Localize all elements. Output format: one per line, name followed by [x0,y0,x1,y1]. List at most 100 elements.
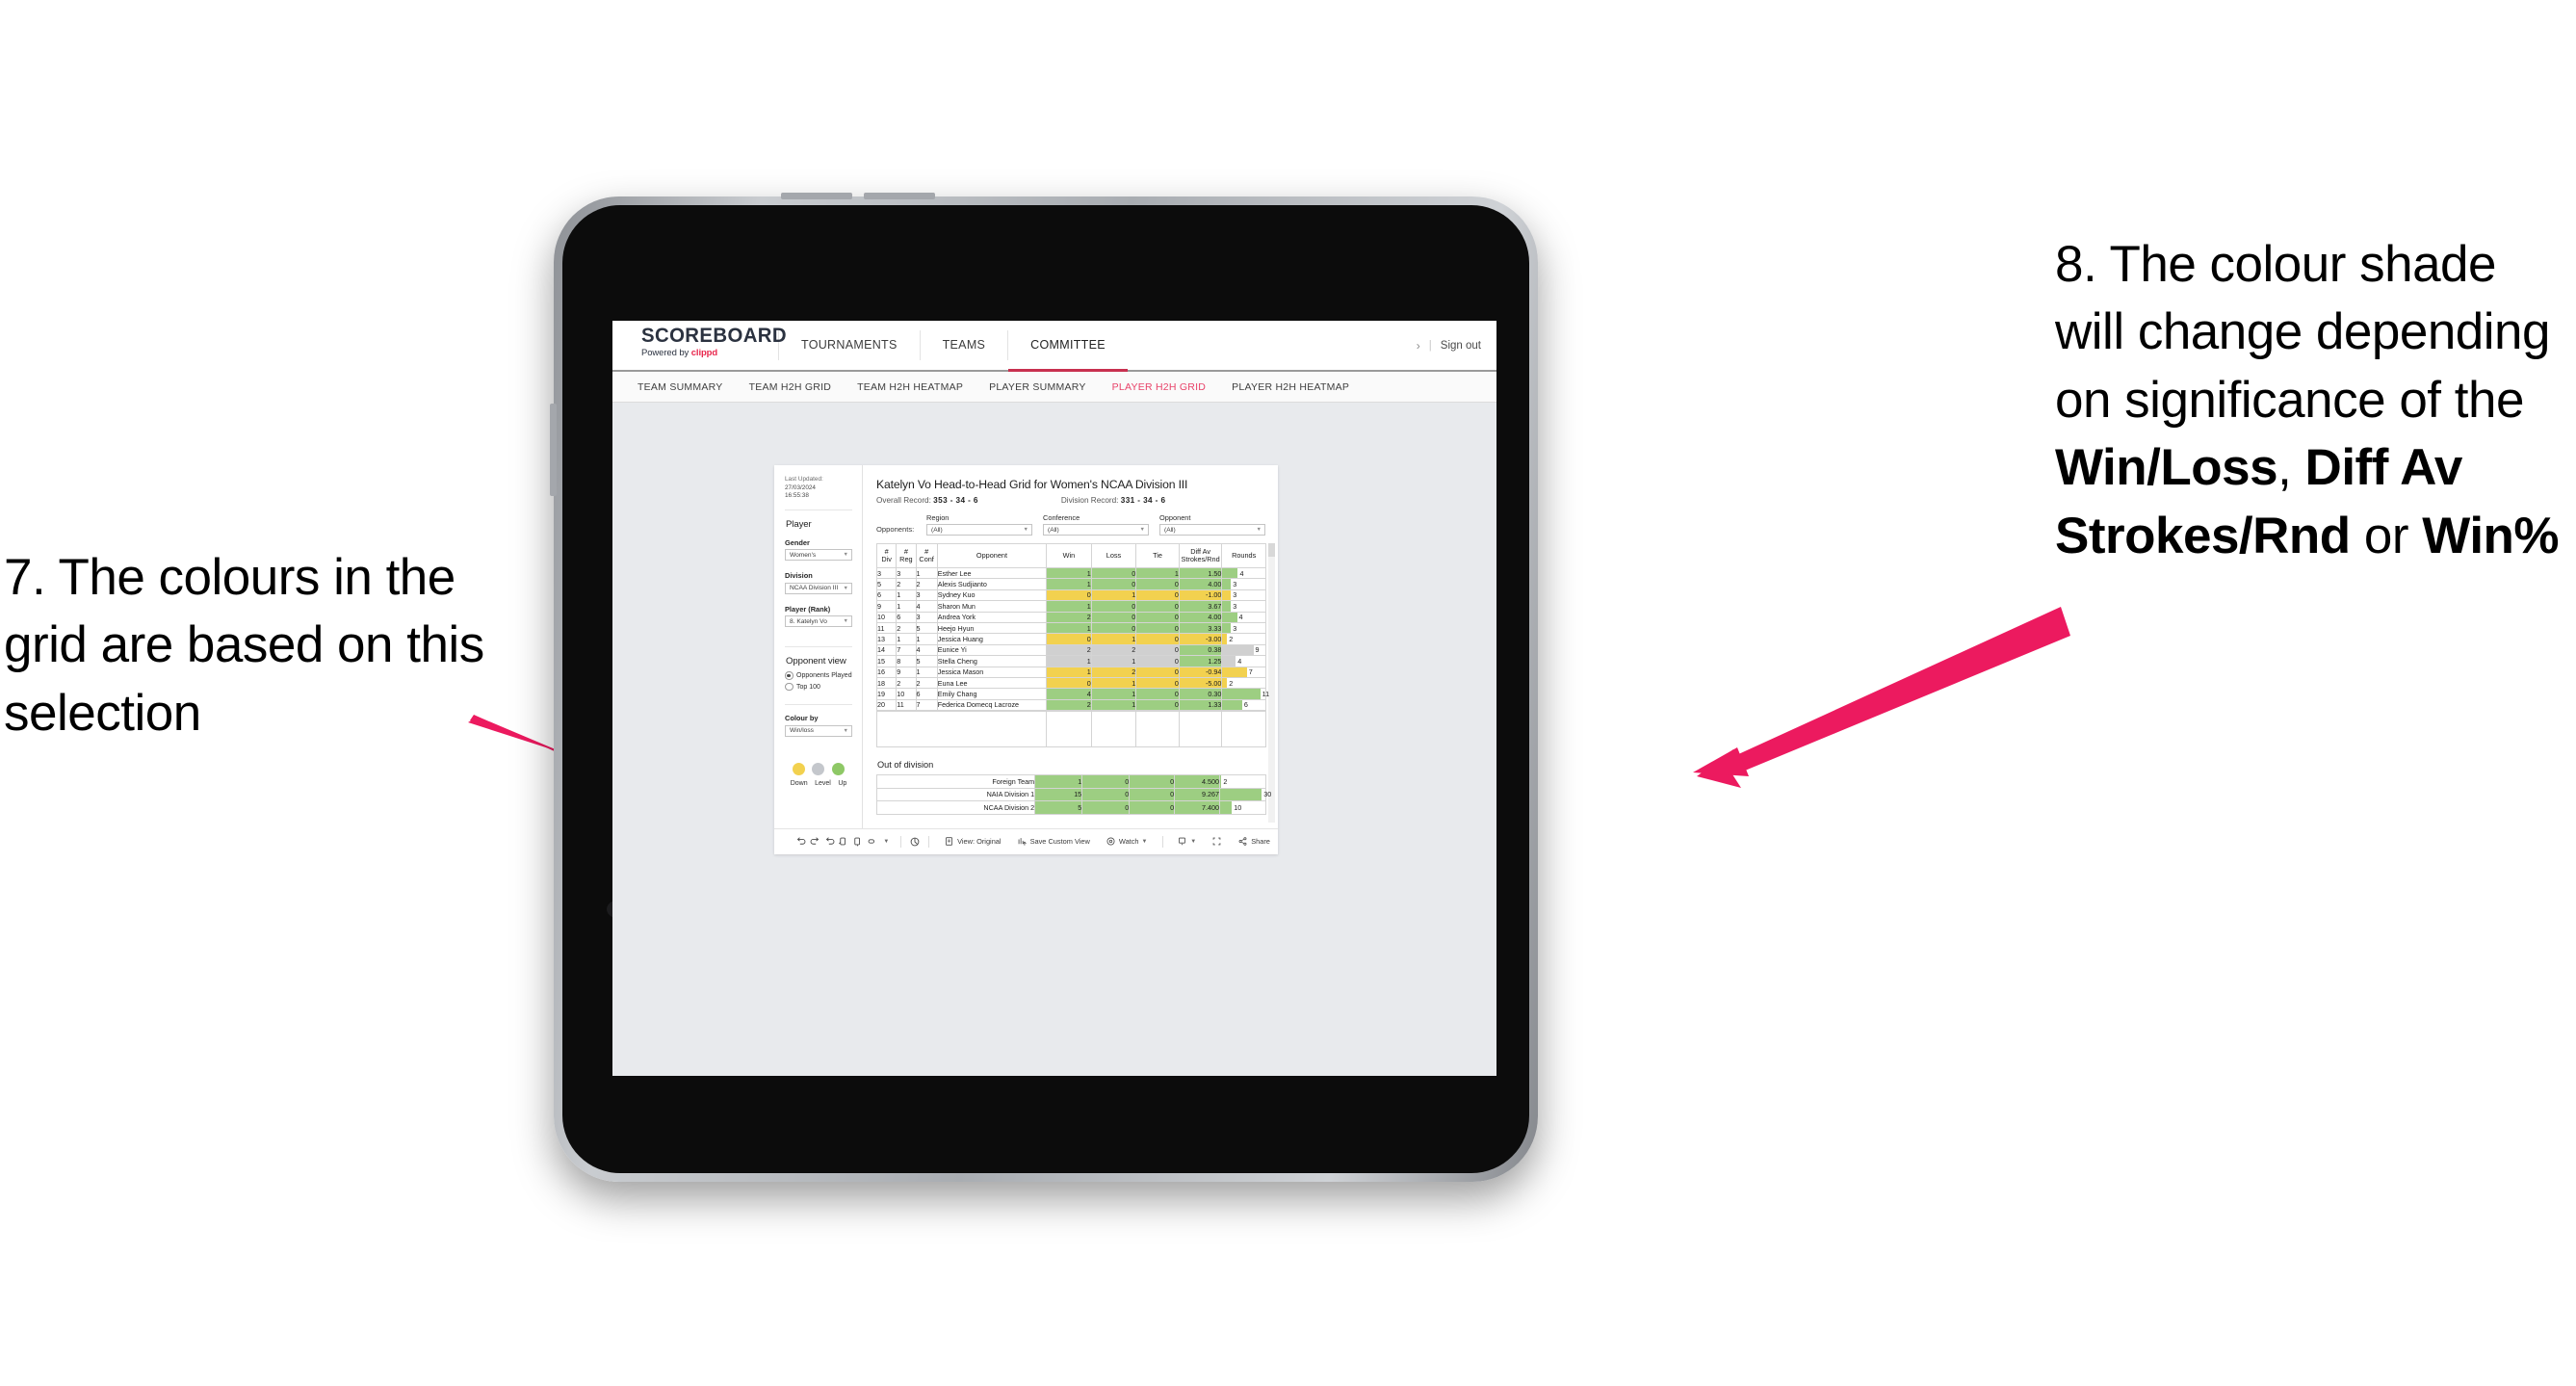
cell-loss: 1 [1090,588,1137,602]
brand-logo[interactable]: SCOREBOARD Powered by clippd [612,321,787,370]
annotation-8-prefix: 8. The colour shade will change dependin… [2055,236,2551,429]
cell-rounds: 4 [1221,655,1266,667]
cell-conf: 5 [915,655,938,667]
cell-div: 18 [875,676,898,690]
pie-chart-icon[interactable] [908,836,923,848]
grid-scrollbar-thumb[interactable] [1268,543,1275,557]
save-custom-view-button[interactable]: Save Custom View [1009,836,1098,847]
volume-down-button[interactable] [864,193,935,199]
pause-icon[interactable] [850,836,865,847]
subnav-item-team-h2h-grid[interactable]: TEAM H2H GRID [749,381,832,393]
cell-diff: -0.94 [1178,666,1223,678]
cell-reg: 10 [896,688,917,700]
grid-scrollbar[interactable] [1268,543,1275,823]
conference-select[interactable]: (All) ▼ [1043,524,1149,536]
col-opponent[interactable]: Opponent [936,543,1048,568]
chevron-down-icon: ▼ [843,727,848,734]
download-button[interactable]: ▼ [1169,836,1204,847]
table-row[interactable]: 16 9 1 Jessica Mason 1 2 0 -0.94 7 [875,666,1266,678]
colour-by-select[interactable]: Win/loss ▼ [785,724,852,737]
cell-conf: 5 [915,621,938,635]
cell-conf: 4 [915,643,938,657]
region-select[interactable]: (All) ▼ [926,524,1032,536]
legend-swatches [785,762,852,775]
table-row[interactable]: 9 1 4 Sharon Mun 1 0 0 3.67 3 [875,600,1266,613]
dashboard-content: Katelyn Vo Head-to-Head Grid for Women's… [863,465,1278,828]
cell-rounds: 3 [1221,588,1266,602]
table-row[interactable]: 5 2 2 Alexis Sudjianto 1 0 0 4.00 3 [875,578,1266,590]
list-item[interactable]: Foreign Team 1 0 0 4.500 2 [875,774,1266,789]
col-div[interactable]: # Div [875,543,898,568]
table-row[interactable]: 15 8 5 Stella Cheng 1 1 0 1.25 4 [875,655,1266,667]
cell-conf: 1 [915,566,938,580]
cell-div: 13 [875,633,898,645]
col-conf[interactable]: # Conf [915,543,938,568]
radio-opponents-played[interactable]: Opponents Played [785,671,852,680]
table-row[interactable]: 13 1 1 Jessica Huang 0 1 0 -3.00 2 [875,633,1266,645]
table-row[interactable]: 6 1 3 Sydney Kuo 0 1 0 -1.00 3 [875,588,1266,602]
division-record-value: 331 - 34 - 6 [1120,496,1166,505]
list-item[interactable]: NCAA Division 2 5 0 0 7.400 10 [875,800,1266,815]
power-button[interactable] [550,404,557,496]
cell-opponent: Jessica Huang [936,633,1048,645]
table-row[interactable]: 3 3 1 Esther Lee 1 0 1 1.50 4 [875,566,1266,580]
cell-tie: 0 [1135,688,1180,700]
gender-select[interactable]: Women's ▼ [785,549,852,562]
redo-icon[interactable] [808,836,822,847]
radio-top-100[interactable]: Top 100 [785,682,852,692]
sign-out-link[interactable]: Sign out [1441,340,1481,352]
table-row[interactable]: 20 11 7 Federica Domecq Lacroze 2 1 0 1.33 6 [875,698,1266,712]
subnav-item-player-summary[interactable]: PLAYER SUMMARY [989,381,1086,393]
cell-reg: 7 [896,643,917,657]
subnav-item-player-h2h-heatmap[interactable]: PLAYER H2H HEATMAP [1232,381,1349,393]
fullscreen-button[interactable] [1204,836,1230,847]
cell-div: 11 [875,621,898,635]
table-row[interactable]: 14 7 4 Eunice Yi 2 2 0 0.38 9 [875,643,1266,657]
legend-label-down: Down [790,779,808,787]
nav-item-committee[interactable]: COMMITTEE [1008,321,1128,372]
cell-tie: 0 [1135,666,1180,678]
undo-icon[interactable] [794,836,808,847]
subnav-item-team-h2h-heatmap[interactable]: TEAM H2H HEATMAP [857,381,963,393]
division-select[interactable]: NCAA Division III ▼ [785,582,852,594]
subnav-item-player-h2h-grid[interactable]: PLAYER H2H GRID [1112,381,1207,393]
table-row[interactable]: 11 2 5 Heejo Hyun 1 0 0 3.33 3 [875,621,1266,635]
cell-rounds: 3 [1221,600,1266,613]
player-rank-select[interactable]: 8. Katelyn Vo ▼ [785,615,852,628]
table-row[interactable]: 18 2 2 Euna Lee 0 1 0 -5.00 2 [875,676,1266,690]
share-button[interactable]: Share [1230,836,1278,847]
nav-item-teams[interactable]: TEAMS [921,321,1008,372]
legend-dot-down [792,762,805,775]
nav-item-tournaments[interactable]: TOURNAMENTS [779,321,920,372]
watch-button[interactable]: Watch ▼ [1098,836,1156,847]
filter-player-rank-label: Player (Rank) [785,604,831,614]
filter-icon[interactable] [865,836,879,847]
revert-icon[interactable] [822,836,837,847]
chevron-down-icon[interactable]: ▼ [879,839,894,845]
cell-div: 19 [875,688,898,700]
filter-colour-by-label: Colour by [785,714,819,723]
col-tie[interactable]: Tie [1135,543,1180,568]
chevron-right-icon[interactable]: › [1417,339,1420,353]
legend-label-level: Level [815,779,831,787]
cell-rounds: 4 [1221,611,1266,623]
list-item[interactable]: NAIA Division 1 15 0 0 9.267 30 [875,787,1271,802]
col-diff[interactable]: Diff Av Strokes/Rnd [1178,543,1223,568]
col-win[interactable]: Win [1046,543,1092,568]
subnav-item-team-summary[interactable]: TEAM SUMMARY [637,381,723,393]
col-rounds[interactable]: Rounds [1221,543,1266,568]
volume-up-button[interactable] [781,193,852,199]
cell-ood-tie: 0 [1129,787,1176,802]
cell-win: 2 [1046,698,1092,712]
cell-conf: 1 [915,666,938,678]
table-row[interactable]: 10 6 3 Andrea York 2 0 0 4.00 4 [875,611,1266,623]
col-conf-line2: Conf [919,555,934,563]
last-updated-date: 27/03/2024 [785,484,816,491]
opponent-select[interactable]: (All) ▼ [1159,524,1265,536]
view-original-button[interactable]: View: Original [936,836,1008,847]
table-row[interactable]: 19 10 6 Emily Chang 4 1 0 0.30 11 [875,688,1269,700]
legend-label-up: Up [838,779,847,787]
refresh-icon[interactable] [836,836,850,847]
col-reg[interactable]: # Reg [896,543,917,568]
col-loss[interactable]: Loss [1090,543,1137,568]
